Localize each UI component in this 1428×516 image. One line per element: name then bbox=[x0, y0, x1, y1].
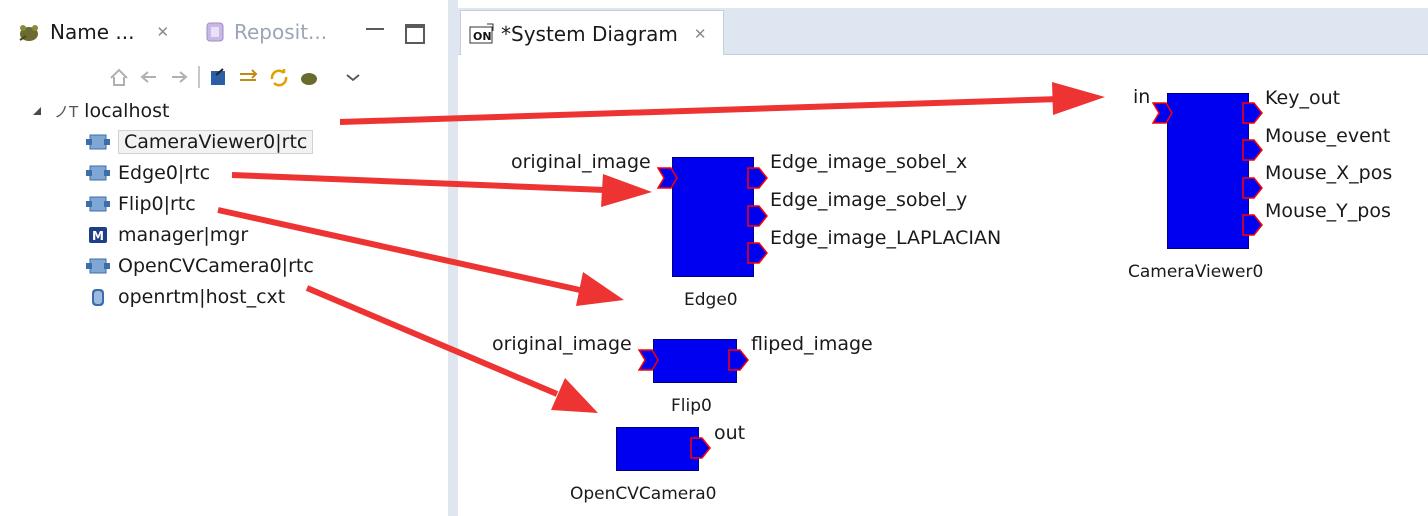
out-port[interactable] bbox=[1242, 213, 1264, 237]
tab-system-diagram[interactable]: ON *System Diagram ✕ bbox=[460, 10, 724, 55]
link-with-editor-icon[interactable] bbox=[238, 67, 260, 87]
in-port[interactable] bbox=[638, 348, 660, 372]
component-label-flip0: Flip0 bbox=[671, 396, 712, 416]
tree-root-label: localhost bbox=[84, 100, 170, 122]
host-context-icon bbox=[92, 289, 104, 306]
system-diagram-icon: ON bbox=[469, 23, 494, 44]
home-icon[interactable] bbox=[108, 67, 130, 87]
view-splitter[interactable] bbox=[448, 0, 458, 516]
tree-item-opencvcamera[interactable]: OpenCVCamera0|rtc bbox=[86, 251, 314, 281]
port-label-edge-sobel-x: Edge_image_sobel_x bbox=[770, 151, 968, 173]
out-port[interactable] bbox=[728, 348, 750, 372]
rtc-component-icon bbox=[86, 165, 110, 181]
minimize-view-icon[interactable] bbox=[366, 22, 384, 30]
forward-icon[interactable] bbox=[168, 67, 190, 87]
tree-root-localhost[interactable]: ノT localhost bbox=[30, 96, 169, 126]
out-port[interactable] bbox=[690, 436, 712, 460]
port-label-edge-sobel-y: Edge_image_sobel_y bbox=[770, 189, 968, 211]
component-cameraviewer0[interactable] bbox=[1167, 93, 1249, 249]
port-label-mouse-event: Mouse_event bbox=[1265, 125, 1391, 147]
port-label-mouse-x-pos: Mouse_X_pos bbox=[1265, 162, 1393, 184]
tab-repository-label: Reposit... bbox=[234, 20, 328, 44]
in-port[interactable] bbox=[657, 166, 679, 190]
port-label-original-image: original_image bbox=[511, 151, 651, 173]
tab-system-diagram-label: *System Diagram bbox=[501, 22, 678, 46]
tree-item-label: OpenCVCamera0|rtc bbox=[118, 255, 314, 277]
port-label-edge-laplacian: Edge_image_LAPLACIAN bbox=[770, 227, 1002, 249]
tab-name-service-label: Name ... bbox=[50, 20, 135, 44]
name-service-toolbar bbox=[108, 66, 364, 88]
close-icon[interactable]: ✕ bbox=[156, 23, 169, 41]
tree-item-edge[interactable]: Edge0|rtc bbox=[86, 158, 210, 188]
component-label-opencvcamera0: OpenCVCamera0 bbox=[570, 484, 717, 504]
component-flip0[interactable] bbox=[653, 339, 737, 383]
name-service-icon bbox=[19, 25, 38, 41]
tree-item-flip[interactable]: Flip0|rtc bbox=[86, 189, 196, 219]
collapse-all-icon[interactable] bbox=[208, 67, 230, 87]
refresh-icon[interactable] bbox=[268, 67, 290, 87]
back-icon[interactable] bbox=[138, 67, 160, 87]
tree-item-manager[interactable]: M manager|mgr bbox=[86, 220, 248, 250]
out-port[interactable] bbox=[747, 166, 769, 190]
tree-item-host-context[interactable]: openrtm|host_cxt bbox=[86, 282, 285, 312]
toolbar-separator bbox=[198, 66, 200, 88]
tab-name-service[interactable]: Name ... ✕ bbox=[16, 20, 169, 44]
out-port[interactable] bbox=[1242, 138, 1264, 162]
port-label-original-image: original_image bbox=[492, 333, 632, 355]
out-port[interactable] bbox=[1242, 101, 1264, 125]
tree-item-cameraviewer[interactable]: CameraViewer0|rtc bbox=[86, 127, 314, 157]
port-label-key-out: Key_out bbox=[1265, 87, 1341, 109]
add-name-server-icon[interactable] bbox=[298, 67, 320, 87]
out-port[interactable] bbox=[747, 241, 769, 265]
port-label-in: in bbox=[1133, 86, 1151, 108]
maximize-view-icon[interactable] bbox=[405, 24, 425, 44]
system-diagram-editor[interactable] bbox=[458, 0, 1428, 516]
rtc-component-icon bbox=[86, 134, 110, 150]
in-port[interactable] bbox=[1152, 101, 1174, 125]
manager-icon: M bbox=[89, 227, 107, 243]
close-icon[interactable]: ✕ bbox=[694, 25, 707, 43]
out-port[interactable] bbox=[1242, 176, 1264, 200]
tree-item-label: openrtm|host_cxt bbox=[118, 286, 286, 308]
tree-item-label: manager|mgr bbox=[118, 224, 249, 246]
component-label-edge0: Edge0 bbox=[684, 290, 738, 310]
component-opencvcamera0[interactable] bbox=[616, 427, 699, 471]
tree-item-label: CameraViewer0|rtc bbox=[118, 130, 314, 154]
tree-item-label: Flip0|rtc bbox=[118, 193, 196, 215]
out-port[interactable] bbox=[747, 204, 769, 228]
repository-icon bbox=[206, 22, 224, 42]
rtc-component-icon bbox=[86, 196, 110, 212]
port-label-mouse-y-pos: Mouse_Y_pos bbox=[1265, 200, 1391, 222]
view-menu-icon[interactable] bbox=[342, 67, 364, 87]
expanded-triangle-icon[interactable] bbox=[30, 104, 44, 118]
component-label-cameraviewer0: CameraViewer0 bbox=[1128, 262, 1264, 282]
svg-text:M: M bbox=[92, 229, 104, 243]
rtc-component-icon bbox=[86, 258, 110, 274]
port-label-fliped-image: fliped_image bbox=[751, 333, 873, 355]
svg-text:ON: ON bbox=[473, 30, 492, 43]
port-label-out: out bbox=[714, 422, 746, 444]
tree-item-label: Edge0|rtc bbox=[118, 162, 211, 184]
component-edge0[interactable] bbox=[672, 157, 754, 277]
tab-repository[interactable]: Reposit... bbox=[204, 20, 327, 44]
host-prefix: ノT bbox=[54, 102, 79, 121]
